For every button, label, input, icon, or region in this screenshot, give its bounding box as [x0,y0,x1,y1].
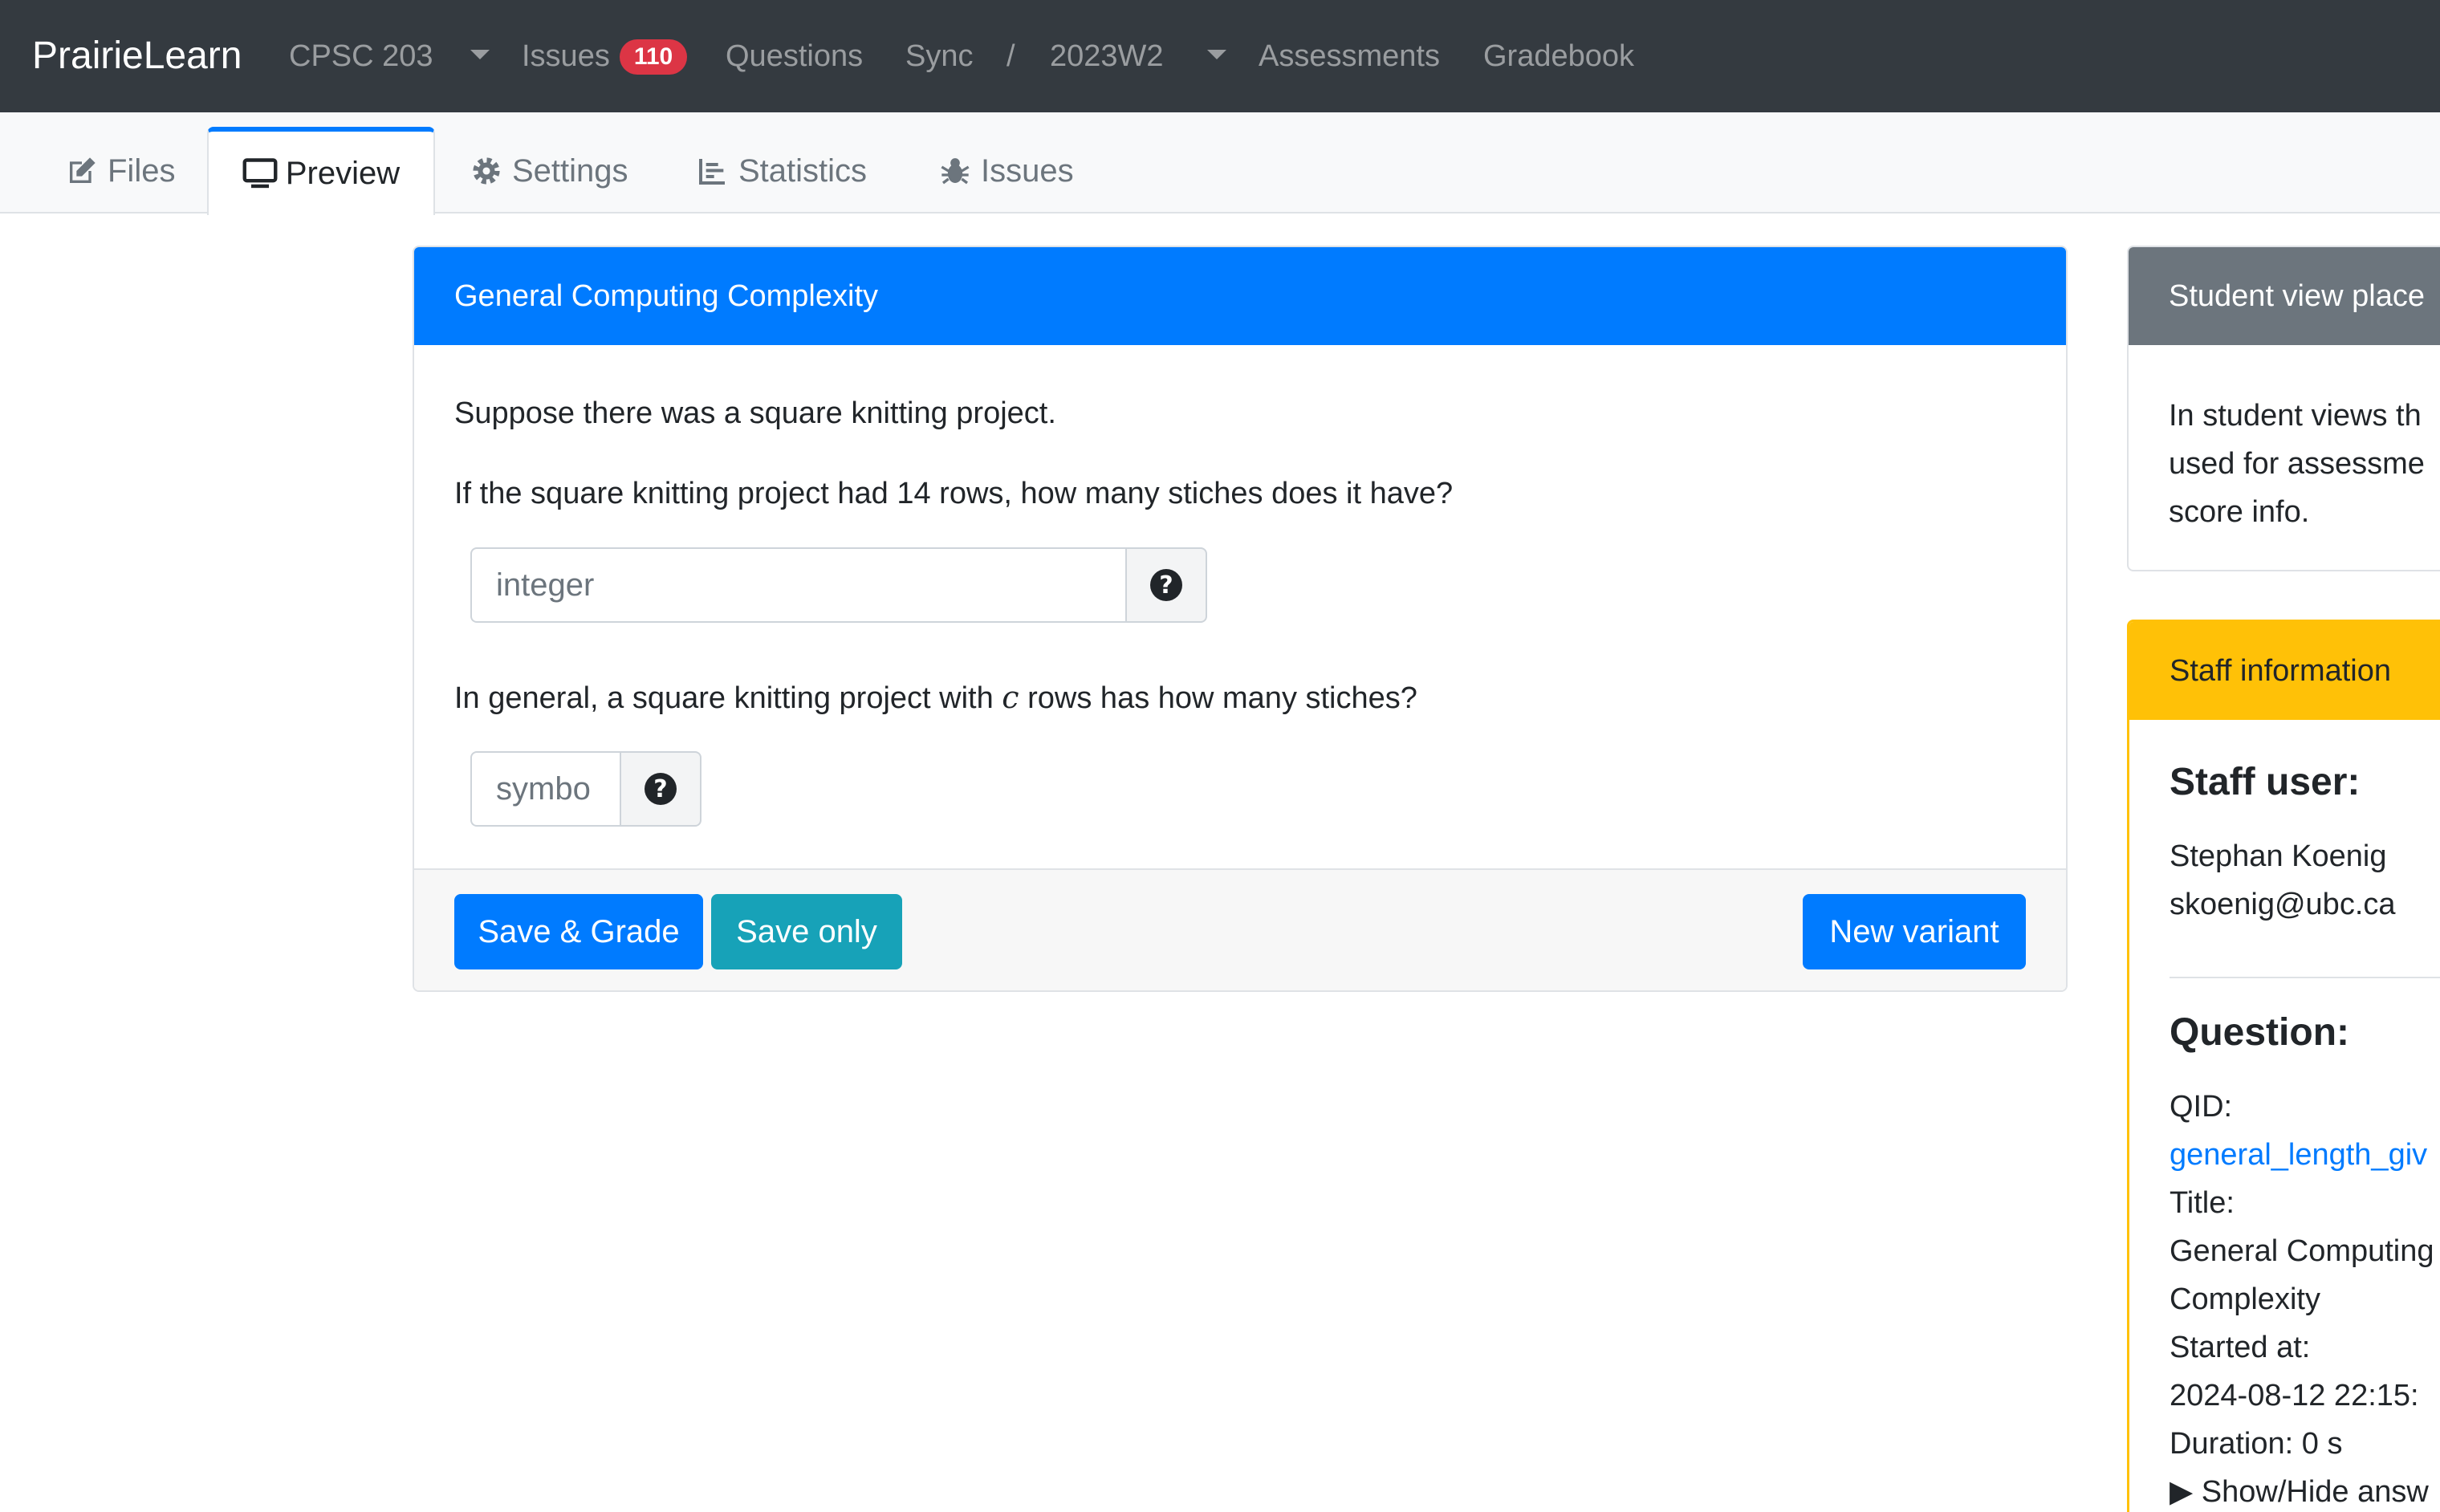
integer-input-group: integer ? [470,547,1207,623]
staff-info-card: Staff information Staff user: Stephan Ko… [2127,620,2440,1512]
student-view-body: In student views th used for assessme sc… [2129,345,2440,536]
gradebook-link[interactable]: Gradebook [1483,35,1634,77]
tab-files[interactable]: Files [64,128,175,213]
started-label: Started at: [2170,1331,2311,1364]
show-hide-answer-toggle[interactable]: ▶ Show/Hide answ [2170,1468,2429,1512]
question-part1-text: If the square knitting project had 14 ro… [454,477,1454,510]
nav-separator: / [1007,39,1015,73]
tab-statistics[interactable]: Statistics [695,128,867,213]
course-link[interactable]: CPSC 203 [289,35,433,77]
issues-label: Issues [522,39,610,73]
issues-count-badge: 110 [619,39,688,75]
question-heading: Question: [2170,1011,2349,1054]
edit-icon [64,153,100,189]
gear-icon [469,153,504,189]
question-intro-text: Suppose there was a square knitting proj… [454,396,1056,430]
tab-settings-label: Settings [512,152,628,189]
started-value: 2024-08-12 22:15: [2170,1379,2419,1412]
qid-link[interactable]: general_length_giv [2170,1131,2427,1179]
question-title: General Computing Complexity [414,247,2066,345]
question-footer: Save & Grade Save only New variant [414,868,2066,990]
title-label: Title: [2170,1186,2235,1220]
question-part2-text: In general, a square knitting project wi… [454,677,1417,718]
tab-preview[interactable]: Preview [207,127,435,215]
question-circle-icon: ? [645,773,677,805]
title-value-line1: General Computing [2170,1234,2434,1268]
monitor-icon [242,156,278,191]
staff-info-header: Staff information [2129,622,2440,720]
student-view-header: Student view place [2129,247,2440,345]
tab-issues[interactable]: Issues [937,128,1074,213]
tab-files-label: Files [108,152,176,189]
student-view-line: used for assessme [2169,447,2425,481]
save-grade-button[interactable]: Save & Grade [454,894,703,969]
tab-issues-label: Issues [981,152,1074,189]
term-link[interactable]: 2023W2 [1050,35,1164,77]
question-part2-prefix: In general, a square knitting project wi… [454,681,994,715]
tab-preview-label: Preview [285,155,401,191]
student-view-line: score info. [2169,495,2310,529]
duration-text: Duration: 0 s [2170,1427,2343,1461]
top-navbar: PrairieLearn CPSC 203 Issues 110 Question… [0,0,2440,112]
staff-divider [2170,977,2440,978]
save-only-button[interactable]: Save only [711,894,902,969]
assessments-link[interactable]: Assessments [1259,35,1440,77]
question-circle-icon: ? [1150,569,1182,601]
bar-chart-icon [695,153,730,189]
symbolic-answer-input[interactable]: symbo [470,751,620,827]
issues-link[interactable]: Issues 110 [522,35,688,77]
question-card: General Computing Complexity Suppose the… [413,246,2068,992]
term-dropdown-icon[interactable] [1207,50,1226,59]
bug-icon [937,153,973,189]
new-variant-button[interactable]: New variant [1803,894,2026,969]
questions-link[interactable]: Questions [726,35,863,77]
tab-settings[interactable]: Settings [469,128,628,213]
staff-name: Stephan Koenig [2170,839,2387,873]
variable-c: c [1002,680,1019,715]
tab-statistics-label: Statistics [738,152,868,189]
staff-user-heading: Staff user: [2170,761,2361,803]
sync-link[interactable]: Sync [905,35,973,77]
student-view-card: Student view place In student views th u… [2127,246,2440,571]
symbolic-input-group: symbo ? [470,751,702,827]
question-body: Suppose there was a square knitting proj… [414,345,2066,872]
question-part2-suffix: rows has how many stiches? [1027,681,1417,715]
staff-email: skoenig@ubc.ca [2170,888,2396,921]
integer-help-button[interactable]: ? [1125,547,1207,623]
brand-link[interactable]: PrairieLearn [32,32,242,80]
title-value-line2: Complexity [2170,1282,2320,1316]
symbolic-help-button[interactable]: ? [620,751,702,827]
student-view-line: In student views th [2169,399,2422,433]
course-dropdown-icon[interactable] [470,50,490,59]
qid-label: QID: [2170,1090,2233,1124]
integer-answer-input[interactable]: integer [470,547,1125,623]
